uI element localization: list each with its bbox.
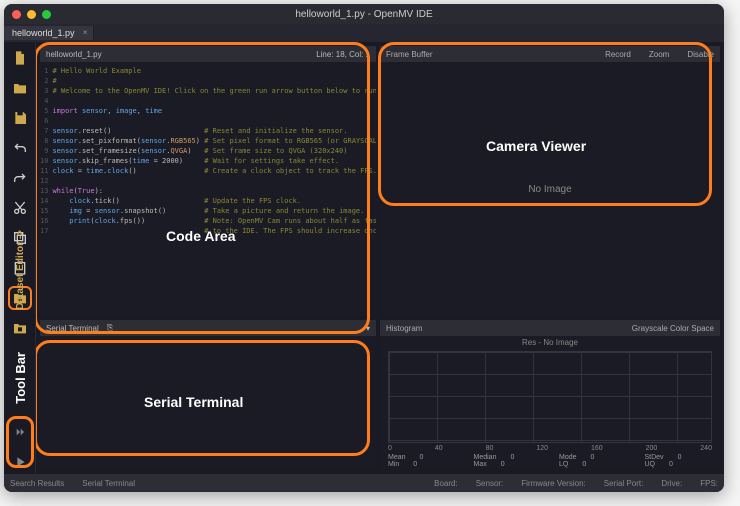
histogram-tick: 200 [646,445,658,452]
histogram-stat: Min0 [388,461,456,468]
record-button[interactable]: Record [605,50,631,59]
histogram-stat: StDev0 [645,454,713,461]
histogram-label: Histogram [386,324,422,333]
status-serial-terminal[interactable]: Serial Terminal [82,479,135,488]
titlebar: helloworld_1.py - OpenMV IDE [4,4,724,24]
frame-buffer-header: Frame Buffer Record Zoom Disable [380,46,720,62]
cut-button[interactable] [8,196,32,220]
editor-tab-label: helloworld_1.py [46,50,102,59]
file-tab-label: helloworld_1.py [12,28,75,38]
serial-terminal-panel: Serial Terminal ⎘ ▾ [40,320,376,470]
cut-icon [12,200,28,216]
undo-button[interactable] [8,136,32,160]
file-tab[interactable]: helloworld_1.py × [4,26,94,40]
serial-terminal-header: Serial Terminal ⎘ ▾ [40,320,376,336]
histogram-stat: Median0 [474,454,542,461]
connect-icon [12,424,28,440]
new-file-icon [12,50,28,66]
redo-button[interactable] [8,166,32,190]
save-button[interactable] [8,106,32,130]
status-drive: Drive: [661,479,682,488]
serial-terminal-output[interactable] [40,336,376,470]
dataset-folder-icon-2 [12,320,28,336]
histogram-stat: Max0 [474,461,542,468]
cursor-position: Line: 18, Col: 1 [316,50,370,59]
serial-link-icon[interactable]: ⎘ [107,323,113,333]
save-icon [12,110,28,126]
serial-collapse-icon[interactable]: ▾ [366,324,370,333]
histogram-x-axis: 0 40 80 120 160 200 240 [380,445,720,452]
code-lines[interactable]: # Hello World Example # # Welcome to the… [52,66,376,312]
no-image-label: No Image [528,184,571,195]
histogram-tick: 0 [388,445,392,452]
histogram-tick: 160 [591,445,603,452]
run-icon [12,454,28,470]
histogram-plot [388,351,712,443]
open-folder-button[interactable] [8,76,32,100]
status-board: Board: [434,479,458,488]
window-controls [12,10,51,19]
new-file-button[interactable] [8,46,32,70]
histogram-stats: Mean0 Median0 Mode0 StDev0 Min0 Max0 LQ0 UQ0 [380,452,720,470]
main-body: helloworld_1.py Line: 18, Col: 1 1 2 3 4… [4,42,724,474]
connect-button[interactable] [8,420,32,444]
histogram-tick: 240 [700,445,712,452]
frame-buffer-view: No Image [380,62,720,316]
undo-icon [12,140,28,156]
disable-button[interactable]: Disable [687,50,714,59]
histogram-stat: Mean0 [388,454,456,461]
frame-buffer-panel: Frame Buffer Record Zoom Disable No Imag… [380,46,720,316]
annotation-toolbar-label: Tool Bar [13,352,28,404]
code-editor[interactable]: 1 2 3 4 5 6 7 8 9 10 11 12 13 14 15 16 1… [40,62,376,316]
histogram-panel: Histogram Grayscale Color Space Res - No… [380,320,720,470]
zoom-button[interactable]: Zoom [649,50,669,59]
colorspace-select[interactable]: Grayscale Color Space [632,324,714,333]
ide-window: helloworld_1.py - OpenMV IDE helloworld_… [4,4,724,492]
histogram-header: Histogram Grayscale Color Space [380,320,720,336]
status-sensor: Sensor: [476,479,504,488]
dataset-editor-button-2[interactable] [8,316,32,340]
open-folder-icon [12,80,28,96]
run-button[interactable] [8,450,32,474]
close-icon[interactable] [12,10,21,19]
histogram-stat: UQ0 [645,461,713,468]
histogram-stat: Mode0 [559,454,627,461]
status-fps: FPS: [700,479,718,488]
statusbar: Search Results Serial Terminal Board: Se… [4,474,724,492]
histogram-tick: 120 [536,445,548,452]
histogram-resolution: Res - No Image [380,336,720,349]
histogram-tick: 80 [486,445,494,452]
content-area: helloworld_1.py Line: 18, Col: 1 1 2 3 4… [36,42,724,474]
editor-header: helloworld_1.py Line: 18, Col: 1 [40,46,376,62]
close-tab-icon[interactable]: × [83,28,88,37]
code-editor-panel: helloworld_1.py Line: 18, Col: 1 1 2 3 4… [40,46,376,316]
minimize-icon[interactable] [27,10,36,19]
status-search-results[interactable]: Search Results [10,479,64,488]
line-gutter: 1 2 3 4 5 6 7 8 9 10 11 12 13 14 15 16 1… [40,66,52,312]
annotation-dataset-label: Dataset Editor -> [15,230,26,310]
status-port: Serial Port: [604,479,644,488]
frame-buffer-label: Frame Buffer [386,50,433,59]
status-fw: Firmware Version: [521,479,585,488]
histogram-tick: 40 [435,445,443,452]
histogram-stat: LQ0 [559,461,627,468]
redo-icon [12,170,28,186]
maximize-icon[interactable] [42,10,51,19]
window-title: helloworld_1.py - OpenMV IDE [295,9,432,20]
serial-terminal-label: Serial Terminal [46,324,99,333]
file-tabbar: helloworld_1.py × [4,24,724,42]
